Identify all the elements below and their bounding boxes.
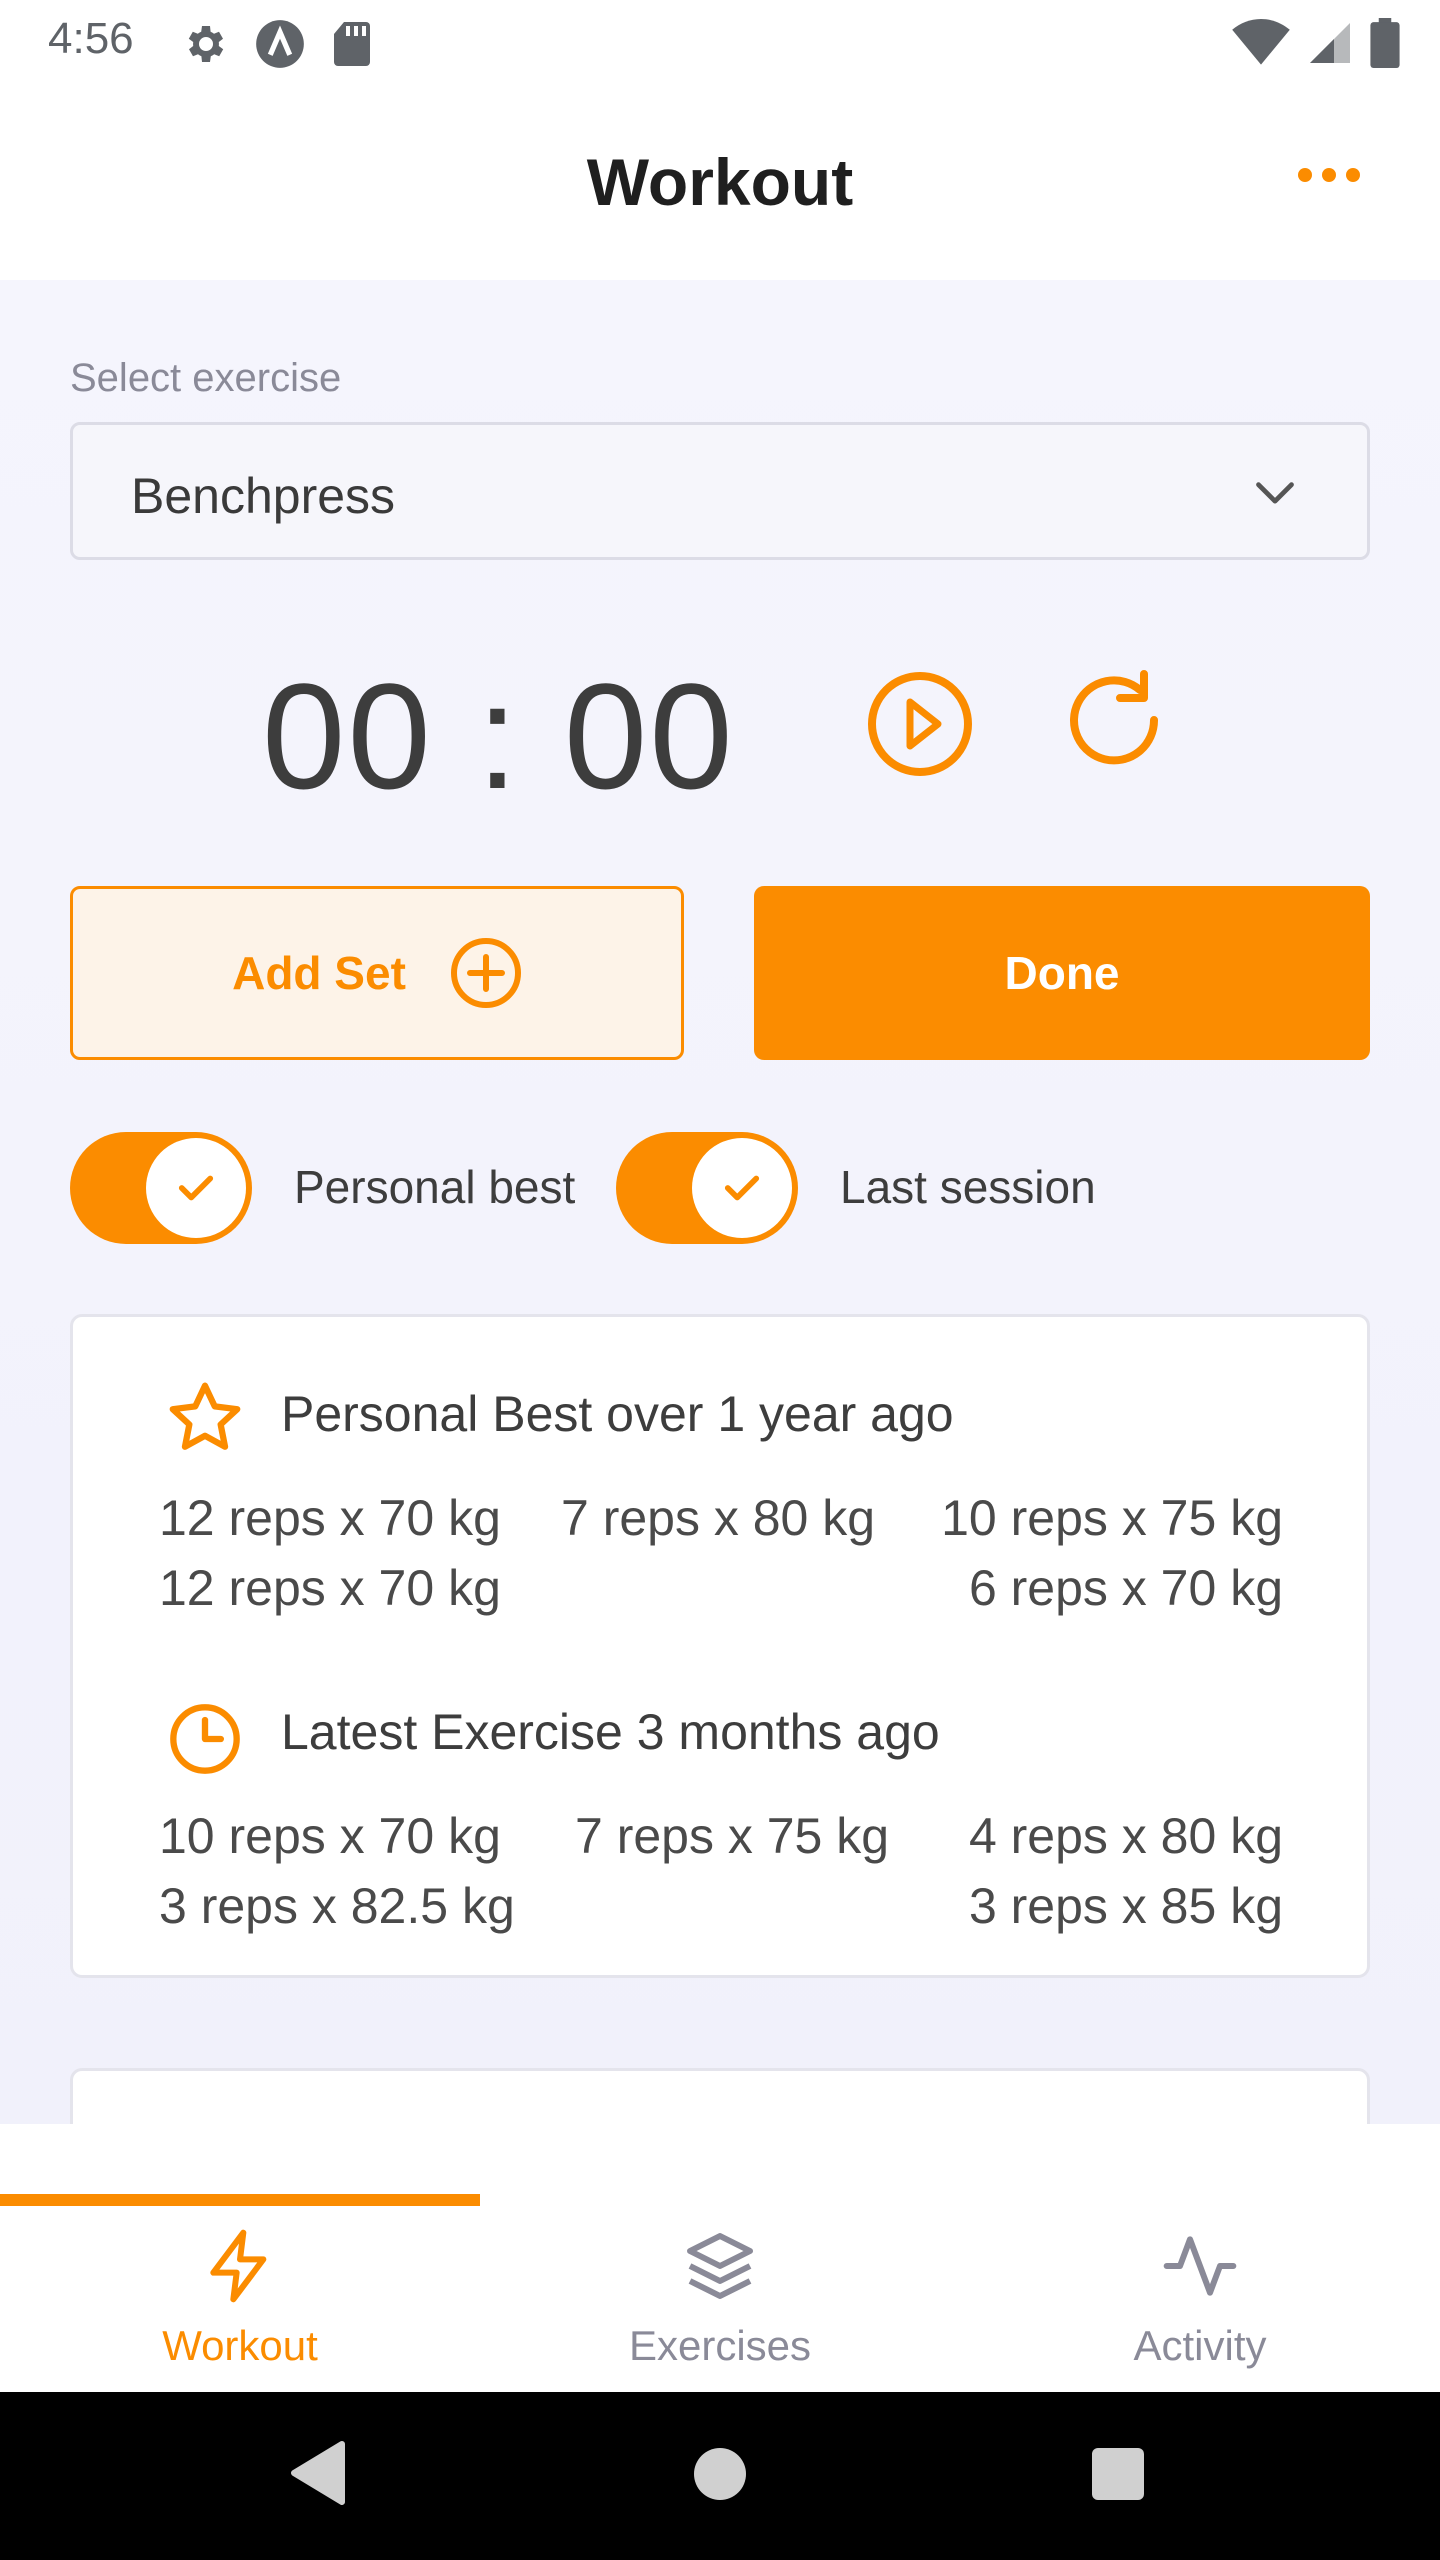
recents-square-icon[interactable] xyxy=(1090,2446,1146,2502)
last-session-toggle-label: Last session xyxy=(840,1161,1096,1213)
status-time: 4:56 xyxy=(48,14,134,63)
exercise-select-value: Benchpress xyxy=(131,468,396,524)
select-exercise-label: Select exercise xyxy=(70,356,342,400)
a-badge-icon xyxy=(256,20,304,68)
done-button[interactable]: Done xyxy=(754,886,1370,1060)
toggle-knob xyxy=(692,1138,792,1238)
add-set-button[interactable]: Add Set xyxy=(70,886,684,1060)
check-icon xyxy=(724,1175,760,1201)
personal-best-toggle[interactable] xyxy=(70,1132,252,1244)
page-title: Workout xyxy=(586,145,854,219)
sd-card-icon xyxy=(334,22,370,66)
home-circle-icon[interactable] xyxy=(692,2446,748,2502)
battery-icon xyxy=(1370,18,1400,68)
set-entry: 12 reps x 70 kg xyxy=(159,1490,501,1546)
check-icon xyxy=(178,1175,214,1201)
set-entry: 12 reps x 70 kg xyxy=(159,1560,501,1616)
bottom-nav: Workout Exercises Activity xyxy=(0,2194,1440,2392)
reset-icon[interactable] xyxy=(1062,670,1170,778)
latest-exercise-heading: Latest Exercise 3 months ago xyxy=(281,1704,940,1760)
status-icons-left xyxy=(180,18,372,70)
personal-best-toggle-label: Personal best xyxy=(294,1161,576,1213)
history-card: Personal Best over 1 year ago 12 reps x … xyxy=(70,1314,1370,1978)
nav-item-exercises[interactable]: Exercises xyxy=(480,2206,960,2392)
lightning-icon xyxy=(210,2229,267,2303)
nav-item-activity[interactable]: Activity xyxy=(960,2206,1440,2392)
set-entry: 10 reps x 70 kg xyxy=(159,1808,501,1864)
set-entry: 6 reps x 70 kg xyxy=(968,1560,1283,1616)
set-entry: 3 reps x 85 kg xyxy=(968,1878,1283,1934)
done-label: Done xyxy=(1004,947,1120,999)
status-bar: 4:56 xyxy=(0,0,1440,88)
settings-gear-icon xyxy=(188,26,224,62)
nav-item-label: Activity xyxy=(1133,2322,1267,2369)
set-entry: 10 reps x 75 kg xyxy=(941,1490,1283,1546)
wifi-icon xyxy=(1232,19,1290,65)
system-nav-bar xyxy=(0,2392,1440,2560)
nav-item-workout[interactable]: Workout xyxy=(0,2206,480,2392)
set-entry: 3 reps x 82.5 kg xyxy=(159,1878,515,1934)
status-icons-right xyxy=(1232,18,1400,68)
nav-item-label: Workout xyxy=(162,2322,318,2369)
activity-pulse-icon xyxy=(1163,2236,1237,2296)
toggle-knob xyxy=(146,1138,246,1238)
plus-circle-icon xyxy=(450,938,521,1008)
set-entry: 7 reps x 75 kg xyxy=(575,1808,890,1864)
signal-icon xyxy=(1310,23,1350,63)
more-dots-icon[interactable] xyxy=(1298,168,1360,182)
app-bar: Workout xyxy=(0,88,1440,280)
timer-display: 00 : 00 xyxy=(262,652,735,820)
workout-content: Select exercise Benchpress 00 : 00 Add S… xyxy=(0,280,1440,2124)
play-circle-icon[interactable] xyxy=(866,670,974,778)
back-triangle-icon[interactable] xyxy=(288,2440,348,2506)
layers-icon xyxy=(687,2233,753,2299)
next-card-partial xyxy=(70,2068,1370,2124)
set-entry: 4 reps x 80 kg xyxy=(968,1808,1283,1864)
last-session-toggle[interactable] xyxy=(616,1132,798,1244)
active-tab-indicator xyxy=(0,2194,480,2206)
set-entry: 7 reps x 80 kg xyxy=(561,1490,876,1546)
clock-icon xyxy=(170,1704,240,1774)
star-icon xyxy=(169,1382,241,1450)
exercise-select[interactable]: Benchpress xyxy=(70,422,1370,560)
add-set-label: Add Set xyxy=(232,947,406,999)
chevron-down-icon xyxy=(1256,482,1294,504)
personal-best-heading: Personal Best over 1 year ago xyxy=(281,1386,954,1442)
nav-item-label: Exercises xyxy=(628,2322,812,2369)
